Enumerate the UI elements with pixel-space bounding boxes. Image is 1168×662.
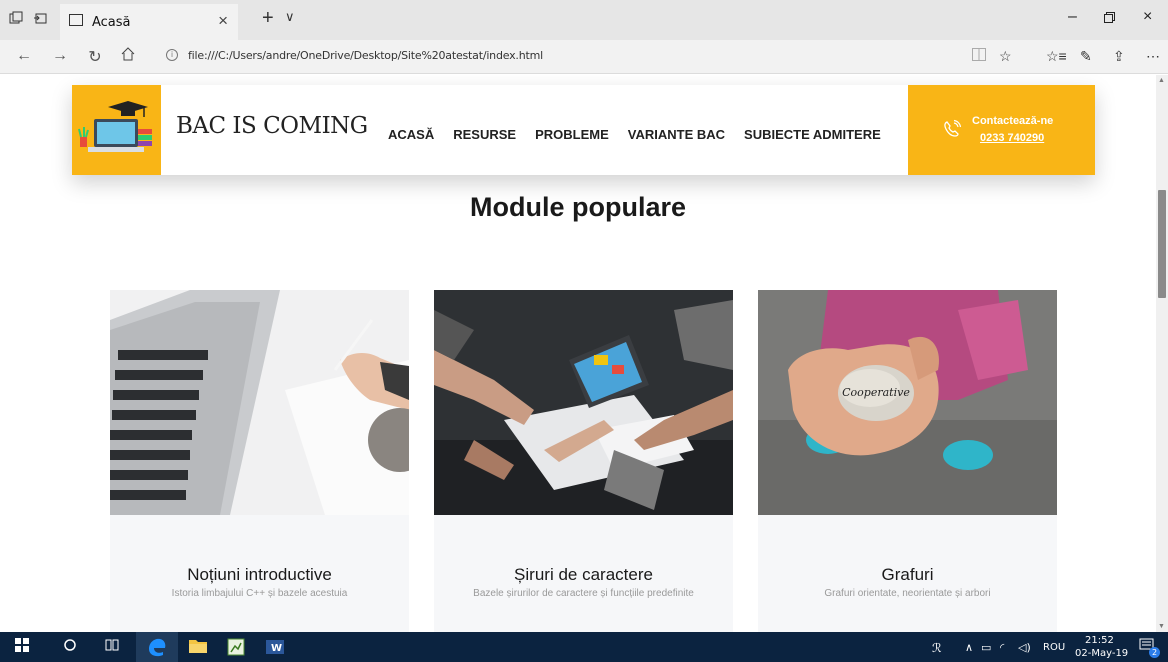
new-tab-icon[interactable]: + [262, 7, 274, 30]
restore-icon[interactable] [1104, 11, 1115, 26]
scroll-thumb[interactable] [1158, 190, 1166, 298]
card-description: Grafuri orientate, neorientate și arbori [824, 588, 991, 599]
contact-box[interactable]: Contactează-ne 0233 740290 [908, 85, 1095, 175]
card-title[interactable]: Noțiuni introductive [110, 565, 409, 585]
tab-preview-icon[interactable] [8, 11, 24, 27]
close-tab-icon[interactable]: × [218, 11, 228, 31]
module-card[interactable]: Noțiuni introductive Istoria limbajului … [110, 290, 409, 632]
contact-phone-link[interactable]: 0233 740290 [980, 132, 1044, 144]
page-viewport: BAC IS COMING ACASĂ RESURSE PROBLEME VAR… [0, 75, 1156, 632]
people-icon[interactable]: ℛ [932, 641, 942, 655]
card-description: Bazele șirurilor de caractere și funcții… [473, 588, 694, 599]
nav-item-resurse[interactable]: RESURSE [453, 127, 516, 142]
word-icon[interactable]: W [265, 638, 285, 656]
refresh-icon[interactable]: ↻ [85, 47, 105, 67]
nav-item-subiecte-admitere[interactable]: SUBIECTE ADMITERE [744, 127, 881, 142]
input-language[interactable]: ROU [1043, 642, 1065, 653]
brand-logo-text[interactable]: BAC IS COMING [176, 113, 368, 139]
url-text: file:///C:/Users/andre/OneDrive/Desktop/… [188, 49, 543, 62]
minimize-icon[interactable]: – [1068, 8, 1077, 26]
tab-acasa[interactable]: Acasă × [60, 4, 238, 40]
wifi-icon[interactable]: ◜ [1000, 641, 1004, 654]
card-image-team [434, 290, 733, 515]
phone-icon [944, 119, 962, 137]
scroll-down-icon[interactable]: ▼ [1158, 623, 1165, 630]
share-icon[interactable]: ⇪ [1113, 48, 1125, 65]
page-icon [69, 14, 83, 26]
url-field[interactable]: i file:///C:/Users/andre/OneDrive/Deskto… [160, 45, 1030, 69]
windows-start-icon[interactable] [14, 638, 30, 656]
card-image-laptop [110, 290, 409, 515]
clock-date[interactable]: 02-May-19 [1075, 648, 1128, 659]
forward-icon[interactable]: → [50, 47, 70, 65]
page-scrollbar[interactable]: ▲ ▼ [1156, 75, 1168, 632]
stone-text: Cooperative [842, 386, 910, 399]
card-title[interactable]: Grafuri [758, 565, 1057, 585]
info-icon[interactable]: i [166, 49, 178, 61]
section-title: Module populare [470, 192, 686, 222]
card-image-cooperative-stone: Cooperative [758, 290, 1057, 515]
svg-text:W: W [271, 643, 282, 654]
edge-icon[interactable] [136, 632, 178, 662]
browser-tab-bar: Acasă × + ∨ – × [0, 0, 1168, 40]
close-window-icon[interactable]: × [1143, 8, 1152, 26]
favorites-hub-icon[interactable]: ☆≡ [1046, 48, 1067, 65]
chevron-down-icon[interactable]: ∨ [285, 9, 295, 25]
search-icon[interactable] [62, 638, 78, 656]
address-bar: ← → ↻ i file:///C:/Users/andre/OneDrive/… [0, 40, 1168, 74]
site-header: BAC IS COMING ACASĂ RESURSE PROBLEME VAR… [72, 85, 1095, 175]
card-description: Istoria limbajului C++ și bazele acestui… [171, 588, 348, 599]
scroll-up-icon[interactable]: ▲ [1158, 77, 1165, 84]
contact-label: Contactează-ne [972, 115, 1054, 127]
app-icon[interactable] [226, 638, 246, 656]
card-title[interactable]: Șiruri de caractere [434, 565, 733, 585]
nav-item-acasa[interactable]: ACASĂ [388, 127, 434, 142]
home-icon[interactable] [118, 47, 138, 66]
module-card[interactable]: Șiruri de caractere Bazele șirurilor de … [434, 290, 733, 632]
clock-time[interactable]: 21:52 [1085, 635, 1114, 646]
battery-icon[interactable]: ▭ [981, 641, 991, 654]
tab-title: Acasă [92, 15, 131, 30]
nav-item-variante-bac[interactable]: VARIANTE BAC [628, 127, 725, 142]
favorite-star-icon[interactable]: ☆ [999, 48, 1012, 65]
file-explorer-icon[interactable] [188, 638, 208, 656]
reading-view-icon[interactable] [972, 48, 986, 64]
set-aside-tabs-icon[interactable] [32, 11, 48, 27]
notification-badge: 2 [1149, 647, 1160, 658]
module-card[interactable]: Cooperative Grafuri Grafuri orientate, n… [758, 290, 1057, 632]
task-view-icon[interactable] [104, 638, 120, 656]
volume-icon[interactable]: ◁) [1018, 641, 1031, 654]
windows-taskbar: W ℛ ∧ ▭ ◜ ◁) ROU 21:52 02-May-19 2 [0, 632, 1168, 662]
show-hidden-icons-icon[interactable]: ∧ [965, 641, 973, 654]
back-icon[interactable]: ← [14, 47, 34, 65]
nav-item-probleme[interactable]: PROBLEME [535, 127, 609, 142]
web-note-icon[interactable]: ✎ [1080, 48, 1092, 65]
logo[interactable] [72, 85, 161, 175]
main-nav: ACASĂ RESURSE PROBLEME VARIANTE BAC SUBI… [388, 127, 881, 142]
more-icon[interactable]: ⋯ [1146, 48, 1160, 65]
